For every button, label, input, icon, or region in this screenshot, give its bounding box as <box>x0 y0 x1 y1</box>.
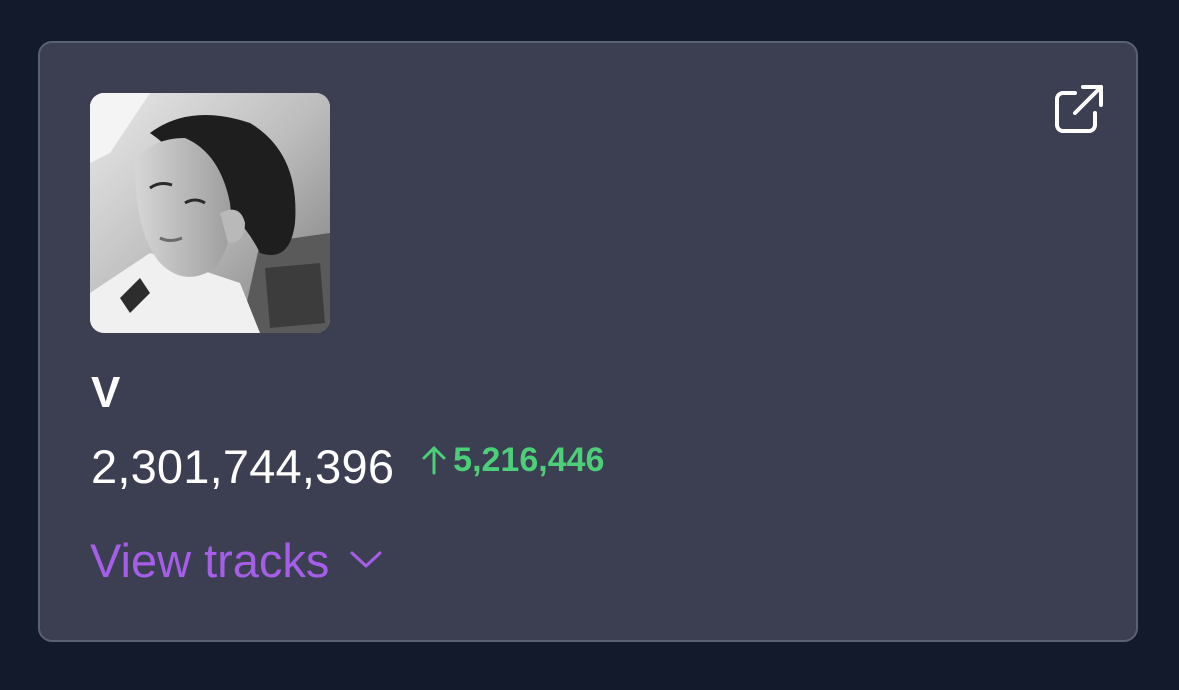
artist-name: V <box>91 368 121 417</box>
arrow-up-icon <box>421 445 447 475</box>
view-tracks-label: View tracks <box>90 534 330 587</box>
chevron-down-icon <box>349 549 383 569</box>
daily-gain-value: 5,216,446 <box>453 441 605 479</box>
daily-gain-badge: 5,216,446 <box>421 443 604 477</box>
view-tracks-button[interactable]: View tracks <box>90 537 383 584</box>
artist-avatar <box>90 93 330 333</box>
external-link-icon[interactable] <box>1053 83 1105 135</box>
total-stream-count: 2,301,744,396 <box>91 440 395 493</box>
stats-row: 2,301,744,396 5,216,446 <box>91 443 604 490</box>
artist-card: V 2,301,744,396 5,216,446 View tracks <box>38 41 1138 642</box>
